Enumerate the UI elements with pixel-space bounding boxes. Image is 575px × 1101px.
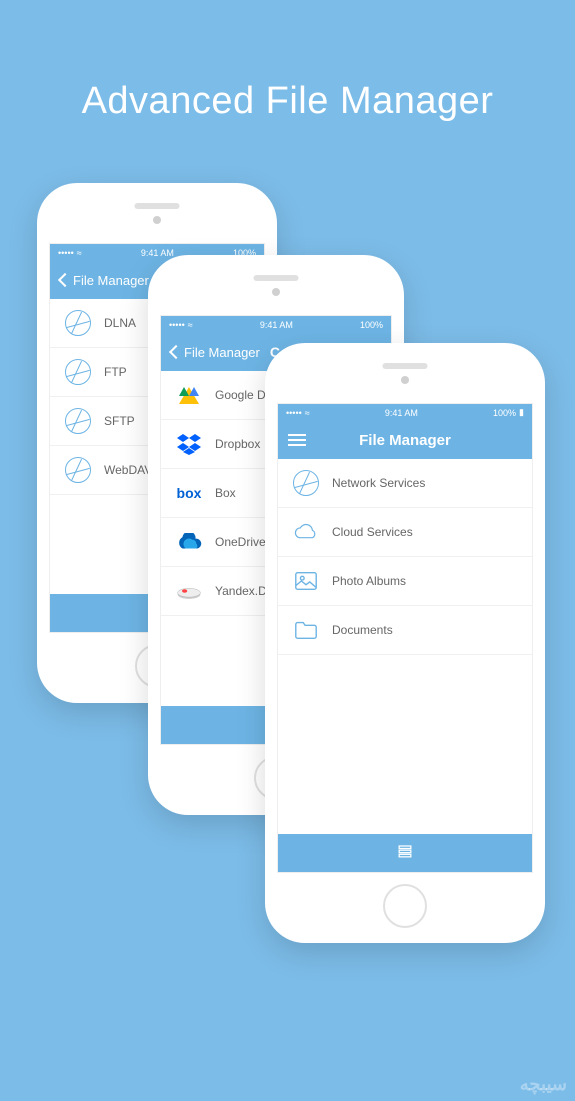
phones-showcase: •••••≈ 9:41 AM 100% File Manager Ne DLNA xyxy=(0,183,575,1003)
chevron-left-icon xyxy=(169,345,183,359)
list-item-label: Documents xyxy=(332,623,393,637)
list-item-network-services[interactable]: Network Services xyxy=(278,459,532,508)
list-item-label: Network Services xyxy=(332,476,425,490)
list-item-photo-albums[interactable]: Photo Albums xyxy=(278,557,532,606)
box-icon: box xyxy=(175,479,203,507)
tab-bar xyxy=(278,834,532,872)
network-icon xyxy=(64,407,92,435)
nav-title: File Manager xyxy=(359,432,451,449)
back-button[interactable]: File Manager xyxy=(60,273,149,288)
watermark: سیبچه xyxy=(520,1074,567,1095)
list-item-documents[interactable]: Documents xyxy=(278,606,532,655)
status-bar: •••••≈ 9:41 AM 100%▮ xyxy=(278,404,532,421)
chevron-left-icon xyxy=(58,273,72,287)
list-item-label: Photo Albums xyxy=(332,574,406,588)
list-item-label: Cloud Services xyxy=(332,525,413,539)
list-item-label: OneDrive xyxy=(215,535,266,549)
yandex-disk-icon xyxy=(175,577,203,605)
list-item-label: SFTP xyxy=(104,414,135,428)
network-icon xyxy=(64,456,92,484)
network-icon xyxy=(64,309,92,337)
list-item-label: DLNA xyxy=(104,316,136,330)
page-headline: Advanced File Manager xyxy=(0,80,575,123)
photo-icon xyxy=(292,567,320,595)
google-drive-icon xyxy=(175,381,203,409)
list-item-label: WebDAV xyxy=(104,463,152,477)
status-bar: •••••≈ 9:41 AM 100% xyxy=(161,316,391,333)
list-item-label: Dropbox xyxy=(215,437,260,451)
folder-icon xyxy=(292,616,320,644)
list-item-label: Box xyxy=(215,486,236,500)
network-icon xyxy=(292,469,320,497)
stack-icon[interactable] xyxy=(395,841,415,866)
phone-file-manager-main: •••••≈ 9:41 AM 100%▮ File Manager Networ… xyxy=(265,343,545,943)
cloud-icon xyxy=(292,518,320,546)
onedrive-icon xyxy=(175,528,203,556)
dropbox-icon xyxy=(175,430,203,458)
nav-bar: File Manager xyxy=(278,421,532,459)
back-button[interactable]: File Manager xyxy=(171,345,260,360)
list-item-cloud-services[interactable]: Cloud Services xyxy=(278,508,532,557)
network-icon xyxy=(64,358,92,386)
phone-home-button xyxy=(383,884,427,928)
list-item-label: FTP xyxy=(104,365,127,379)
menu-icon[interactable] xyxy=(288,434,306,446)
